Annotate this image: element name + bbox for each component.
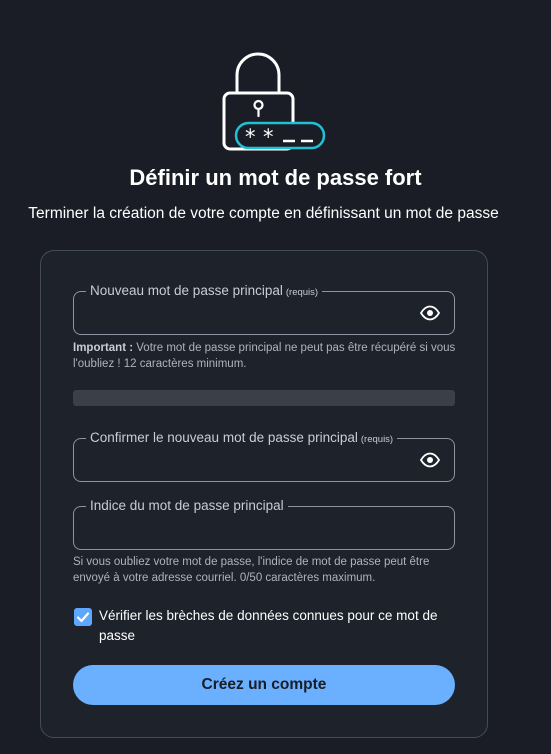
svg-text:*: * bbox=[245, 125, 256, 149]
confirm-password-label: Confirmer le nouveau mot de passe princi… bbox=[86, 429, 398, 449]
page-title: Définir un mot de passe fort bbox=[129, 165, 422, 190]
page: * * Définir un mot de passe fort Termine… bbox=[0, 0, 551, 754]
svg-text:*: * bbox=[263, 125, 274, 149]
password-hint-field: Indice du mot de passe principal bbox=[73, 497, 455, 550]
password-strength-meter bbox=[73, 390, 455, 406]
required-tag: (requis) bbox=[285, 287, 319, 298]
new-password-label: Nouveau mot de passe principal (requis) bbox=[86, 282, 323, 302]
new-password-input[interactable] bbox=[86, 302, 406, 326]
lock-password-icon: * * bbox=[222, 52, 326, 151]
password-hint-label: Indice du mot de passe principal bbox=[86, 497, 288, 515]
create-account-form: Nouveau mot de passe principal (requis) I… bbox=[40, 250, 488, 738]
eye-icon[interactable] bbox=[420, 452, 440, 468]
required-tag: (requis) bbox=[360, 434, 394, 445]
new-password-field: Nouveau mot de passe principal (requis) bbox=[73, 282, 455, 335]
eye-icon[interactable] bbox=[420, 305, 440, 321]
breach-check-checkbox[interactable] bbox=[74, 608, 92, 626]
password-hint-input[interactable] bbox=[86, 517, 406, 541]
important-label: Important : bbox=[73, 342, 134, 354]
confirm-password-input[interactable] bbox=[86, 449, 406, 473]
confirm-password-field: Confirmer le nouveau mot de passe princi… bbox=[73, 429, 455, 482]
check-icon bbox=[76, 612, 90, 623]
breach-check-label[interactable]: Vérifier les brèches de données connues … bbox=[99, 606, 469, 646]
create-account-button[interactable]: Créez un compte bbox=[73, 665, 455, 705]
password-hint-help: Si vous oubliez votre mot de passe, l'in… bbox=[73, 556, 430, 584]
important-hint: Important : Votre mot de passe principal… bbox=[73, 342, 456, 370]
page-subtitle: Terminer la création de votre compte en … bbox=[28, 205, 499, 222]
